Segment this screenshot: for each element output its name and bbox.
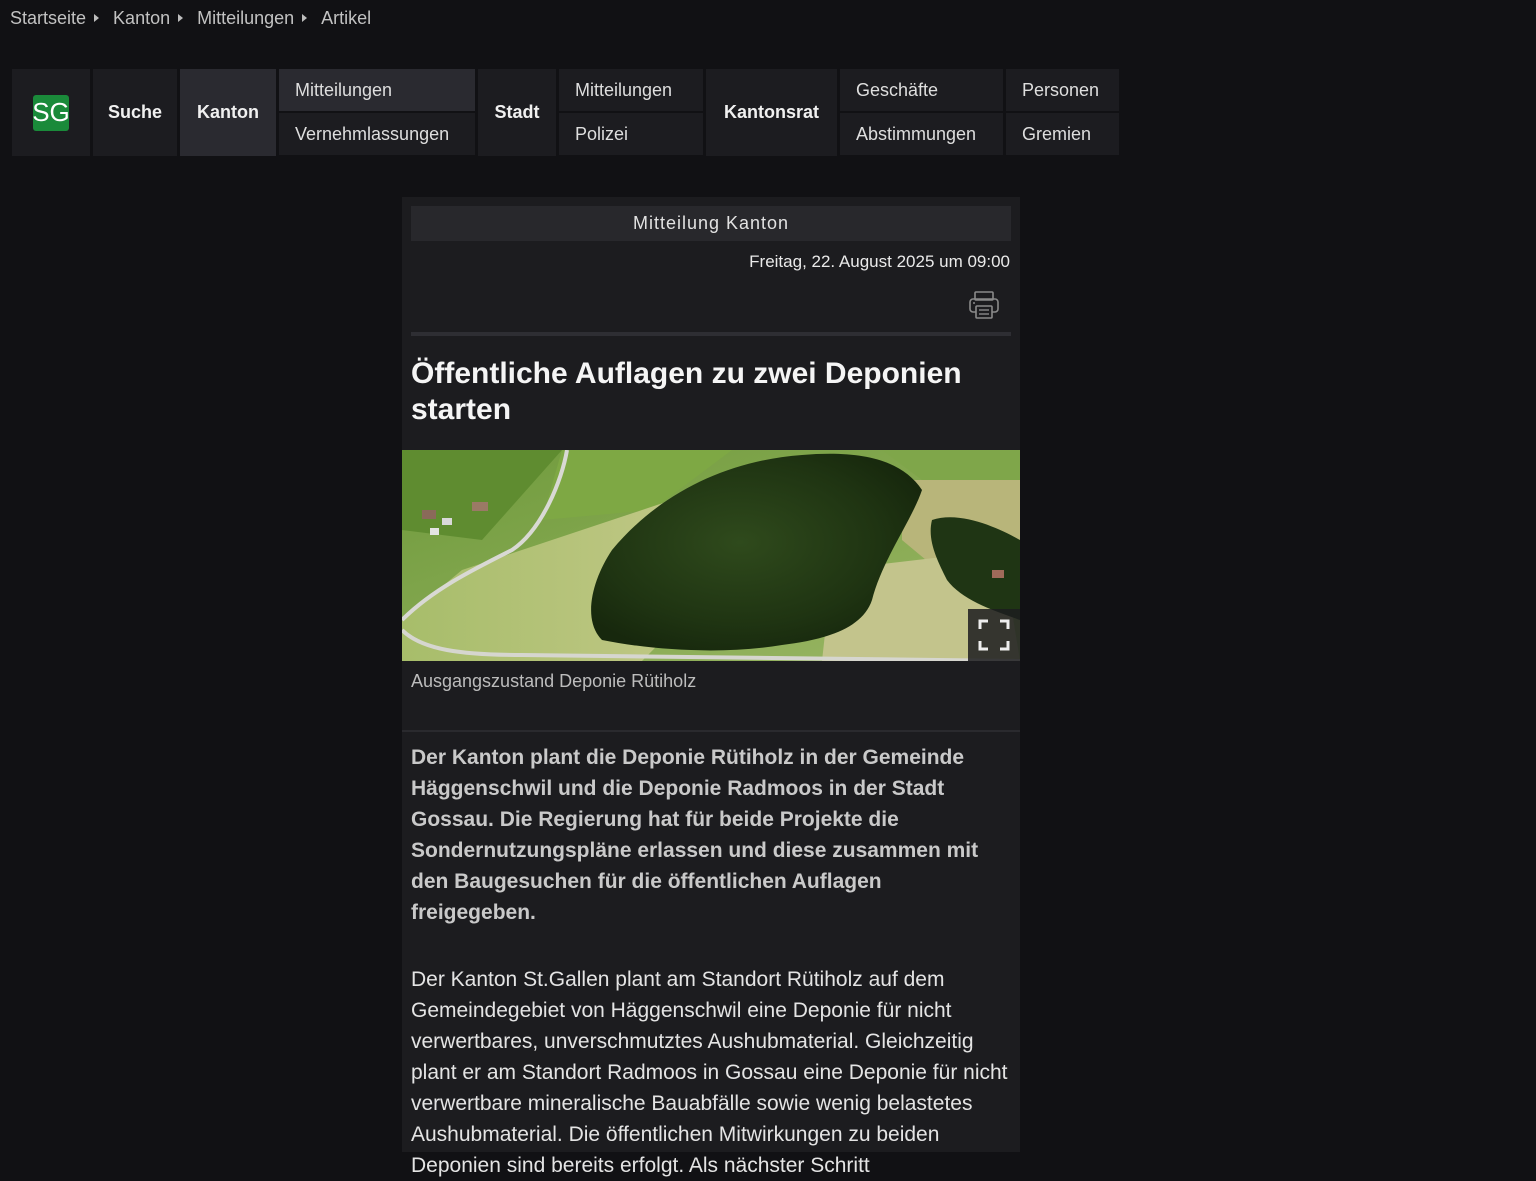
breadcrumb-mitteilungen[interactable]: Mitteilungen: [197, 8, 294, 29]
triangle-right-icon: [178, 14, 184, 22]
home-logo-link[interactable]: SG: [12, 69, 90, 156]
nav-kanton[interactable]: Kanton: [180, 69, 276, 156]
fullscreen-icon: [978, 619, 1010, 651]
nav-suche[interactable]: Suche: [93, 69, 177, 156]
nav-kantonsrat-gremien[interactable]: Gremien: [1006, 113, 1119, 155]
sg-logo: SG: [32, 94, 70, 131]
article-lead: Der Kanton plant die Deponie Rütiholz in…: [402, 730, 1020, 928]
fullscreen-button[interactable]: [968, 609, 1020, 661]
triangle-right-icon: [94, 14, 100, 22]
nav-kanton-mitteilungen[interactable]: Mitteilungen: [279, 69, 475, 111]
article-panel: Mitteilung Kanton Freitag, 22. August 20…: [402, 197, 1020, 1177]
article-category: Mitteilung Kanton: [411, 206, 1011, 241]
nav-stadt-submenu: Mitteilungen Polizei: [559, 69, 703, 156]
nav-kantonsrat-geschaefte[interactable]: Geschäfte: [840, 69, 1003, 111]
nav-stadt-polizei[interactable]: Polizei: [559, 113, 703, 155]
breadcrumb-kanton[interactable]: Kanton: [113, 8, 170, 29]
nav-kantonsrat-submenu-2: Personen Gremien: [1006, 69, 1119, 156]
nav-stadt[interactable]: Stadt: [478, 69, 556, 156]
aerial-landscape-image: [402, 450, 1020, 661]
breadcrumb-startseite[interactable]: Startseite: [10, 8, 86, 29]
article-date: Freitag, 22. August 2025 um 09:00: [749, 252, 1010, 271]
nav-kantonsrat-personen[interactable]: Personen: [1006, 69, 1119, 111]
article-image[interactable]: [402, 450, 1020, 661]
nav-kantonsrat[interactable]: Kantonsrat: [706, 69, 837, 156]
nav-kantonsrat-abstimmungen[interactable]: Abstimmungen: [840, 113, 1003, 155]
article-tools: [402, 272, 1020, 332]
nav-kanton-submenu: Mitteilungen Vernehmlassungen: [279, 69, 475, 156]
nav-kantonsrat-submenu-1: Geschäfte Abstimmungen: [840, 69, 1003, 156]
triangle-right-icon: [302, 14, 308, 22]
nav-stadt-mitteilungen[interactable]: Mitteilungen: [559, 69, 703, 111]
breadcrumb: Startseite Kanton Mitteilungen Artikel: [10, 6, 371, 30]
nav-kanton-vernehmlassungen[interactable]: Vernehmlassungen: [279, 113, 475, 155]
article-body: Der Kanton St.Gallen plant am Standort R…: [411, 968, 1008, 1177]
printer-icon[interactable]: [968, 290, 1000, 320]
article-title: Öffentliche Auflagen zu zwei Deponien st…: [411, 357, 962, 426]
main-navigation: SG Suche Kanton Mitteilungen Vernehmlass…: [12, 69, 1119, 156]
image-caption: Ausgangszustand Deponie Rütiholz: [411, 671, 697, 691]
breadcrumb-artikel[interactable]: Artikel: [321, 8, 371, 29]
